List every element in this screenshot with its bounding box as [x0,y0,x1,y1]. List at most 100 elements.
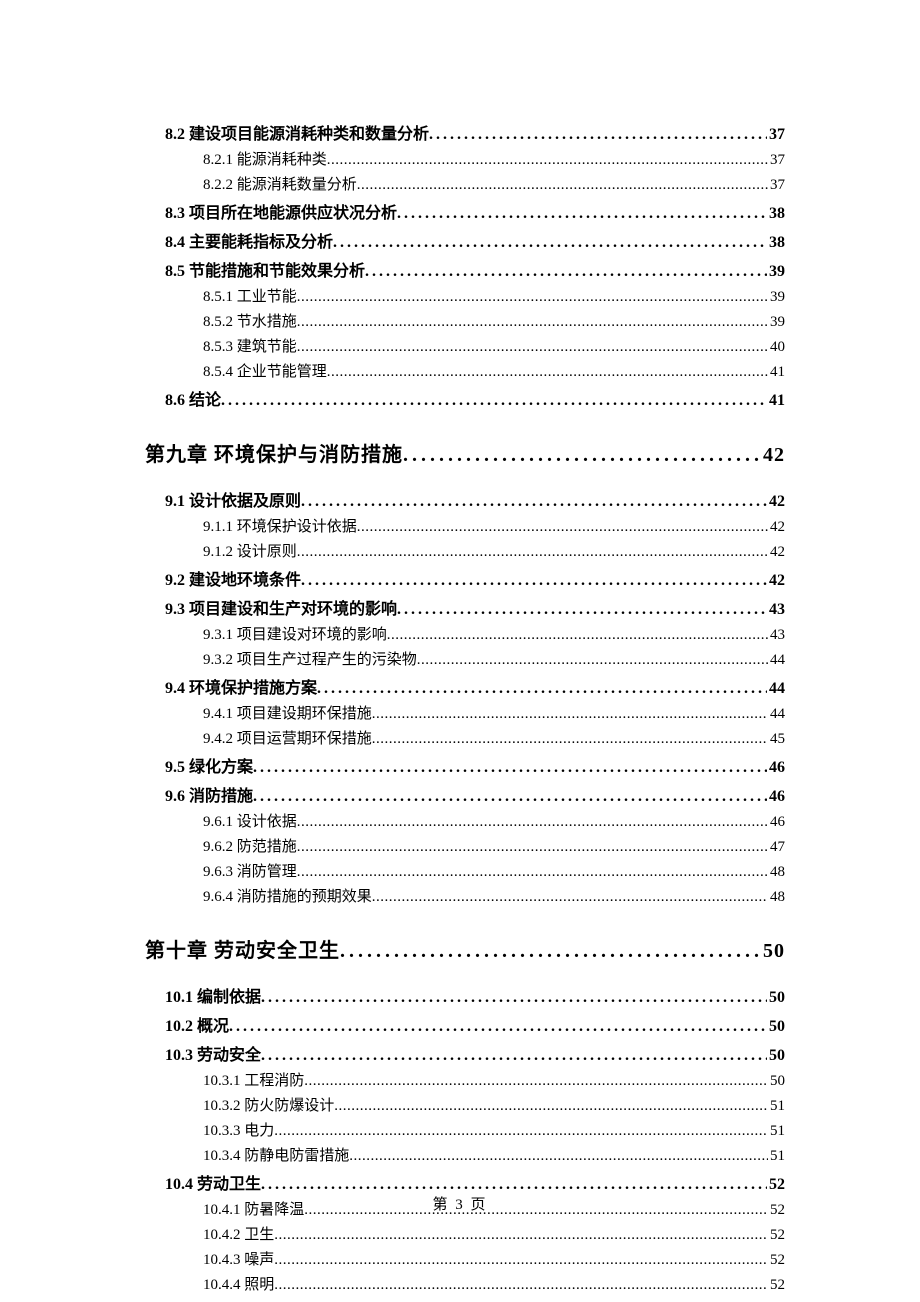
toc-entry-page: 50 [761,940,785,963]
toc-entry-page: 41 [767,392,785,410]
toc-entry-page: 46 [767,788,785,806]
toc-leader-dots: ........................................… [340,940,761,963]
toc-entry-label: 10.1 编制依据 [165,983,261,1007]
toc-leader-dots: ........................................… [317,680,767,698]
toc-entry: 9.6.4 消防措施的预期效果.........................… [203,885,785,906]
toc-entry: 10.3 劳动安全...............................… [165,1041,785,1065]
toc-leader-dots: ........................................… [334,1098,768,1115]
toc-entry-label: 8.2 建设项目能源消耗种类和数量分析 [165,120,429,144]
toc-leader-dots: ........................................… [297,289,768,306]
toc-entry-label: 10.2 概况 [165,1012,229,1036]
toc-entry-label: 8.3 项目所在地能源供应状况分析 [165,199,397,223]
toc-entry-page: 52 [768,1277,785,1294]
toc-entry-page: 50 [768,1073,785,1090]
toc-entry: 8.5 节能措施和节能效果分析.........................… [165,257,785,281]
toc-entry-label: 10.4.2 卫生 [203,1223,274,1244]
toc-entry-label: 第十章 劳动安全卫生 [145,934,340,963]
toc-entry: 8.4 主要能耗指标及分析...........................… [165,228,785,252]
toc-entry: 9.1 设计依据及原则.............................… [165,487,785,511]
toc-entry-page: 47 [768,839,785,856]
toc-entry-page: 42 [761,444,785,467]
toc-entry: 9.3 项目建设和生产对环境的影响.......................… [165,595,785,619]
toc-entry-label: 9.6.2 防范措施 [203,835,297,856]
toc-entry: 9.6.3 消防管理..............................… [203,860,785,881]
toc-entry-label: 10.3.1 工程消防 [203,1069,304,1090]
toc-entry-page: 51 [768,1123,785,1140]
toc-entry: 9.5 绿化方案................................… [165,753,785,777]
toc-entry-page: 38 [767,234,785,252]
toc-entry: 8.3 项目所在地能源供应状况分析.......................… [165,199,785,223]
toc-entry: 8.5.1 工业节能..............................… [203,285,785,306]
toc-entry-page: 37 [767,126,785,144]
toc-entry-page: 42 [767,493,785,511]
toc-leader-dots: ........................................… [253,788,767,806]
toc-entry: 8.5.4 企业节能管理............................… [203,360,785,381]
toc-leader-dots: ........................................… [274,1227,768,1244]
toc-leader-dots: ........................................… [357,519,768,536]
toc-leader-dots: ........................................… [297,864,768,881]
toc-entry-label: 9.1 设计依据及原则 [165,487,301,511]
toc-leader-dots: ........................................… [261,1176,767,1194]
toc-leader-dots: ........................................… [261,989,767,1007]
toc-entry-page: 43 [767,601,785,619]
toc-entry: 9.2 建设地环境条件.............................… [165,566,785,590]
toc-entry: 9.1.1 环境保护设计依据..........................… [203,515,785,536]
toc-entry-page: 46 [768,814,785,831]
toc-entry-page: 46 [767,759,785,777]
toc-leader-dots: ........................................… [327,364,768,381]
toc-leader-dots: ........................................… [297,339,768,356]
toc-entry-page: 43 [768,627,785,644]
toc-leader-dots: ........................................… [261,1047,767,1065]
toc-entry-page: 39 [767,263,785,281]
toc-leader-dots: ........................................… [403,444,761,467]
toc-entry-label: 8.5.2 节水措施 [203,310,297,331]
table-of-contents: 8.2 建设项目能源消耗种类和数量分析.....................… [145,120,785,1294]
toc-leader-dots: ........................................… [304,1073,768,1090]
toc-entry-page: 41 [768,364,785,381]
toc-leader-dots: ........................................… [229,1018,767,1036]
toc-leader-dots: ........................................… [221,392,767,410]
toc-entry-label: 8.2.1 能源消耗种类 [203,148,327,169]
toc-entry-page: 44 [768,652,785,669]
toc-leader-dots: ........................................… [274,1123,768,1140]
toc-entry-page: 48 [768,889,785,906]
toc-entry-label: 9.4.2 项目运营期环保措施 [203,727,372,748]
toc-entry-label: 8.2.2 能源消耗数量分析 [203,173,357,194]
toc-entry: 10.3.4 防静电防雷措施..........................… [203,1144,785,1165]
toc-entry-label: 10.3.3 电力 [203,1119,274,1140]
document-page: 8.2 建设项目能源消耗种类和数量分析.....................… [0,0,920,1302]
toc-entry: 9.3.2 项目生产过程产生的污染物......................… [203,648,785,669]
toc-entry-label: 第九章 环境保护与消防措施 [145,438,403,467]
toc-entry-page: 50 [767,1018,785,1036]
toc-entry-page: 37 [768,177,785,194]
toc-entry: 10.4 劳动卫生...............................… [165,1170,785,1194]
toc-entry-label: 8.6 结论 [165,386,221,410]
toc-entry-page: 44 [767,680,785,698]
toc-leader-dots: ........................................… [297,314,768,331]
toc-entry-page: 51 [768,1098,785,1115]
toc-entry-page: 45 [768,731,785,748]
toc-leader-dots: ........................................… [429,126,767,144]
toc-entry: 10.3.1 工程消防.............................… [203,1069,785,1090]
toc-leader-dots: ........................................… [274,1277,768,1294]
toc-entry-label: 8.5.1 工业节能 [203,285,297,306]
toc-entry-label: 10.3.2 防火防爆设计 [203,1094,334,1115]
toc-entry: 10.3.2 防火防爆设计...........................… [203,1094,785,1115]
toc-entry-label: 10.3 劳动安全 [165,1041,261,1065]
toc-entry: 第十章 劳动安全卫生..............................… [145,934,785,963]
toc-entry: 8.2.1 能源消耗种类............................… [203,148,785,169]
toc-leader-dots: ........................................… [387,627,768,644]
toc-entry-label: 9.6.4 消防措施的预期效果 [203,885,372,906]
toc-leader-dots: ........................................… [297,544,768,561]
toc-entry-label: 9.3.1 项目建设对环境的影响 [203,623,387,644]
toc-entry-page: 44 [768,706,785,723]
toc-entry-label: 8.5.3 建筑节能 [203,335,297,356]
toc-entry-page: 51 [768,1148,785,1165]
toc-leader-dots: ........................................… [417,652,768,669]
toc-entry-page: 50 [767,989,785,1007]
toc-entry-page: 38 [767,205,785,223]
toc-leader-dots: ........................................… [365,263,767,281]
toc-entry: 9.6 消防措施................................… [165,782,785,806]
toc-leader-dots: ........................................… [301,572,767,590]
toc-entry: 第九章 环境保护与消防措施...........................… [145,438,785,467]
